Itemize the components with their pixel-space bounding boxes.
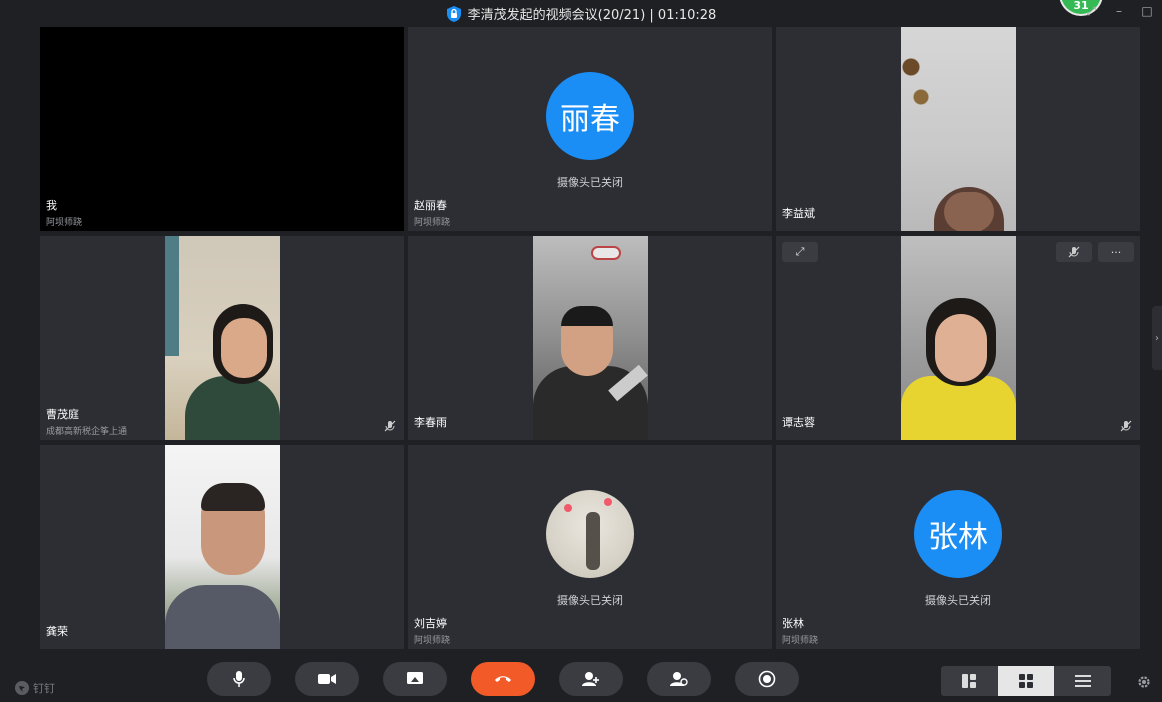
screen-share-button[interactable]: [383, 662, 447, 696]
participant-tile[interactable]: 丽春 摄像头已关闭 赵丽春 阿坝师跷: [408, 27, 772, 231]
participant-tile[interactable]: 李益斌: [776, 27, 1140, 231]
app-logo: 钉钉: [15, 680, 55, 696]
participant-name: 谭志蓉: [782, 416, 815, 429]
microphone-icon: [233, 671, 245, 687]
microphone-button[interactable]: [207, 662, 271, 696]
participant-tile[interactable]: ⤢ ··· 谭志蓉: [776, 236, 1140, 440]
avatar: 张林: [914, 490, 1002, 578]
chandelier-shape: [901, 37, 931, 117]
app-logo-text: 钉钉: [33, 682, 55, 695]
face-shape: [944, 192, 994, 231]
video-camera-icon: [318, 674, 336, 684]
shadow-figure-shape: [586, 512, 600, 570]
participant-tile[interactable]: 摄像头已关闭 刘吉婷 阿坝师跷: [408, 445, 772, 649]
participant-tile[interactable]: 曹茂庭 成都高新税企筝上通: [40, 236, 404, 440]
lock-shield-icon: [446, 5, 461, 22]
more-options-icon[interactable]: ···: [1098, 242, 1134, 262]
settings-gear-icon[interactable]: [1137, 675, 1151, 689]
participant-org: 阿坝师跷: [414, 636, 451, 646]
participant-tile[interactable]: 张林 摄像头已关闭 张林 阿坝师跷: [776, 445, 1140, 649]
user-settings-icon: [670, 672, 688, 686]
avatar: 丽春: [546, 72, 634, 160]
mic-muted-icon: [1120, 420, 1132, 432]
video-meeting-window: 李清茂发起的视频会议(20/21) | 01:10:28 31 ⤢ – □ 我 …: [0, 0, 1162, 702]
hang-up-button[interactable]: [471, 662, 535, 696]
no-smoking-sign: [591, 246, 621, 260]
record-icon: [758, 670, 776, 688]
participant-tile[interactable]: 龚荣: [40, 445, 404, 649]
maximize-icon[interactable]: □: [1140, 4, 1154, 18]
list-layout-button[interactable]: [1054, 666, 1111, 696]
participant-org: 阿坝师跷: [414, 218, 451, 228]
face-shape: [935, 314, 987, 382]
participant-name: 张林: [782, 617, 804, 630]
expand-icon[interactable]: ⤢: [782, 242, 818, 262]
invite-participant-button[interactable]: [559, 662, 623, 696]
face-shape: [221, 318, 267, 378]
window-title: 李清茂发起的视频会议(20/21) | 01:10:28: [467, 8, 717, 23]
title-bar: 李清茂发起的视频会议(20/21) | 01:10:28 31 ⤢ – □: [0, 0, 1162, 27]
grid-layout-icon: [1019, 674, 1033, 688]
video-feed: [533, 236, 648, 440]
title-group: 李清茂发起的视频会议(20/21) | 01:10:28: [446, 4, 717, 23]
participant-org: 阿坝师跷: [46, 218, 83, 228]
camera-button[interactable]: [295, 662, 359, 696]
speaker-layout-icon: [962, 674, 977, 688]
dingtalk-logo-icon: [15, 681, 29, 695]
record-button[interactable]: [735, 662, 799, 696]
avatar: [546, 490, 634, 578]
participants-manage-button[interactable]: [647, 662, 711, 696]
video-feed: [165, 445, 280, 649]
participant-org: 成都高新税企筝上通: [46, 427, 128, 437]
video-feed: [165, 236, 280, 440]
grid-layout-button[interactable]: [997, 666, 1055, 696]
participant-name: 我: [46, 199, 57, 212]
window-controls: ⤢ – □: [1084, 4, 1154, 18]
participant-tile-self[interactable]: 我 阿坝师跷: [40, 27, 404, 231]
screen-share-icon: [407, 672, 423, 684]
participant-name: 刘吉婷: [414, 617, 447, 630]
list-layout-icon: [1074, 675, 1091, 687]
participant-tile[interactable]: 李春雨: [408, 236, 772, 440]
video-feed: [901, 236, 1016, 440]
camera-off-status: 摄像头已关闭: [925, 594, 991, 607]
hair-shape: [561, 306, 613, 326]
camera-off-status: 摄像头已关闭: [557, 176, 623, 189]
participant-name: 龚荣: [46, 625, 68, 638]
heart-shape: [564, 504, 572, 512]
speaker-layout-button[interactable]: [941, 666, 998, 696]
video-feed: [901, 27, 1016, 231]
layout-switcher: [941, 666, 1111, 696]
hang-up-icon: [495, 676, 511, 682]
participant-org: 阿坝师跷: [782, 636, 819, 646]
shirt-shape: [165, 585, 280, 649]
participant-name: 李春雨: [414, 416, 447, 429]
hair-shape: [201, 483, 265, 511]
mic-muted-icon: [384, 420, 396, 432]
camera-off-status: 摄像头已关闭: [557, 594, 623, 607]
heart-shape: [604, 498, 612, 506]
minimize-icon[interactable]: –: [1112, 4, 1126, 18]
fullscreen-icon[interactable]: ⤢: [1084, 4, 1098, 18]
shirt-shape: [185, 376, 280, 440]
mic-muted-icon[interactable]: [1056, 242, 1092, 262]
window-shape: [165, 236, 179, 356]
participant-name: 曹茂庭: [46, 408, 79, 421]
participant-name: 李益斌: [782, 207, 815, 220]
next-page-arrow[interactable]: ›: [1152, 306, 1162, 370]
meeting-toolbar: 钉钉: [0, 652, 1162, 702]
add-user-icon: [582, 672, 599, 686]
participant-name: 赵丽春: [414, 199, 447, 212]
